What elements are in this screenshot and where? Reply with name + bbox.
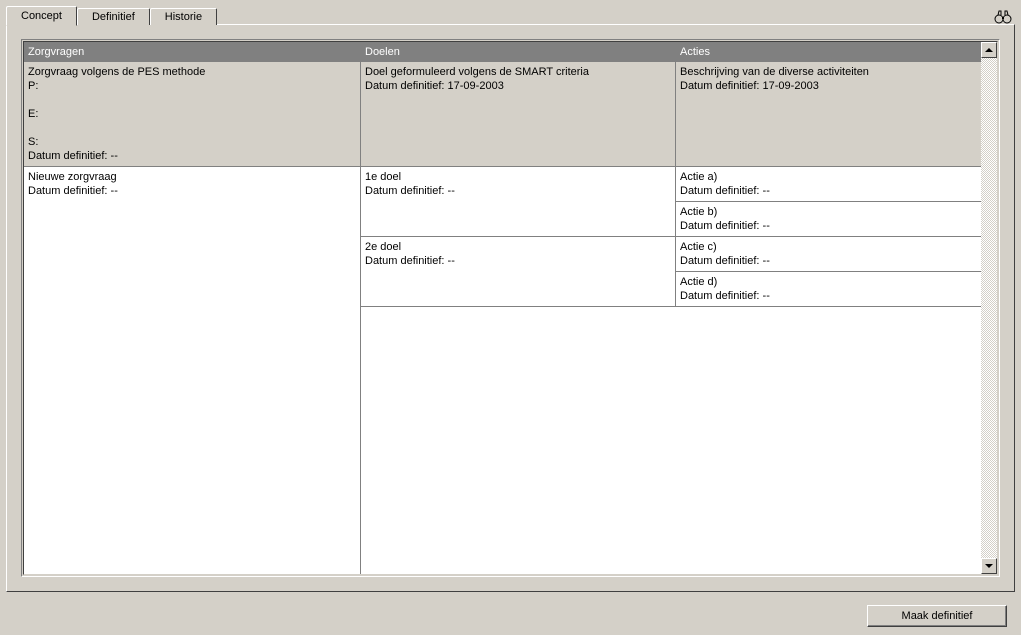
button-bar: Maak definitief (867, 605, 1007, 627)
arrow-up-icon (985, 48, 993, 52)
template-doel-cell[interactable]: Doel geformuleerd volgens de SMART crite… (361, 62, 676, 166)
scroll-up-button[interactable] (981, 42, 997, 58)
vertical-scrollbar[interactable] (981, 42, 997, 574)
actie-c-cell[interactable]: Actie c) Datum definitief: -- (676, 237, 981, 272)
tab-panel-concept: Zorgvragen Doelen Acties Zorgvraag volge… (6, 24, 1015, 592)
text-line: 2e doel (365, 240, 671, 254)
tab-definitief[interactable]: Definitief (77, 8, 150, 25)
text-line: Datum definitief: -- (680, 289, 977, 303)
header-doelen: Doelen (361, 44, 676, 60)
header-acties: Acties (676, 44, 981, 60)
care-plan-grid: Zorgvragen Doelen Acties Zorgvraag volge… (24, 42, 981, 574)
arrow-down-icon (985, 564, 993, 568)
text-line: Zorgvraag volgens de PES methode (28, 65, 356, 79)
actie-a-cell[interactable]: Actie a) Datum definitief: -- (676, 167, 981, 202)
text-line: Datum definitief: 17-09-2003 (365, 79, 671, 93)
actie-b-cell[interactable]: Actie b) Datum definitief: -- (676, 202, 981, 237)
tab-concept[interactable]: Concept (6, 6, 77, 26)
data-row: Nieuwe zorgvraag Datum definitief: -- 1e… (24, 167, 981, 574)
text-line: P: (28, 79, 356, 93)
text-line: Datum definitief: -- (365, 184, 671, 198)
scroll-track[interactable] (981, 58, 997, 558)
template-zorgvraag-cell[interactable]: Zorgvraag volgens de PES methode P: E: S… (24, 62, 361, 166)
text-line: Doel geformuleerd volgens de SMART crite… (365, 65, 671, 79)
actie-d-cell[interactable]: Actie d) Datum definitief: -- (676, 272, 981, 307)
doel-1-cell[interactable]: 1e doel Datum definitief: -- (361, 167, 676, 237)
text-line: Datum definitief: 17-09-2003 (680, 79, 977, 93)
text-line: Beschrijving van de diverse activiteiten (680, 65, 977, 79)
text-line: S: (28, 135, 356, 149)
binoculars-icon[interactable] (993, 8, 1013, 26)
grid-header: Zorgvragen Doelen Acties (24, 42, 981, 62)
text-line: Nieuwe zorgvraag (28, 170, 356, 184)
text-line: E: (28, 107, 356, 121)
text-line: Datum definitief: -- (680, 219, 977, 233)
zorgvraag-cell[interactable]: Nieuwe zorgvraag Datum definitief: -- (24, 167, 360, 201)
template-row: Zorgvraag volgens de PES methode P: E: S… (24, 62, 981, 167)
tab-definitief-label: Definitief (92, 11, 135, 23)
header-zorgvragen: Zorgvragen (24, 44, 361, 60)
doel-2-cell[interactable]: 2e doel Datum definitief: -- (361, 237, 676, 307)
text-line: Actie c) (680, 240, 977, 254)
text-line: Actie a) (680, 170, 977, 184)
doel-group-2: 2e doel Datum definitief: -- Actie c) Da… (361, 237, 981, 307)
maak-definitief-label: Maak definitief (902, 610, 973, 622)
text-line: 1e doel (365, 170, 671, 184)
text-line: Datum definitief: -- (680, 184, 977, 198)
maak-definitief-button[interactable]: Maak definitief (867, 605, 1007, 627)
zorgvraag-column: Nieuwe zorgvraag Datum definitief: -- (24, 167, 361, 574)
tab-strip: Concept Definitief Historie (6, 6, 1015, 25)
text-line: Actie b) (680, 205, 977, 219)
tab-concept-label: Concept (21, 10, 62, 22)
text-line: Datum definitief: -- (365, 254, 671, 268)
scroll-down-button[interactable] (981, 558, 997, 574)
text-line: Datum definitief: -- (28, 149, 356, 163)
tab-historie[interactable]: Historie (150, 8, 217, 25)
template-actie-cell[interactable]: Beschrijving van de diverse activiteiten… (676, 62, 981, 166)
tab-historie-label: Historie (165, 11, 202, 23)
text-line: Datum definitief: -- (680, 254, 977, 268)
text-line: Datum definitief: -- (28, 184, 356, 198)
text-line: Actie d) (680, 275, 977, 289)
doel-group-1: 1e doel Datum definitief: -- Actie a) Da… (361, 167, 981, 237)
